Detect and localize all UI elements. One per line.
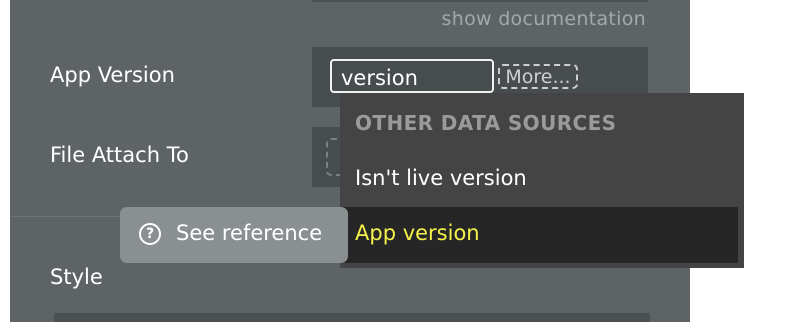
see-reference-label: See reference [176,221,323,245]
data-source-dropdown: OTHER DATA SOURCES Isn't live version Ap… [340,93,744,268]
previous-field [312,0,648,2]
dropdown-item-isnt-live-version[interactable]: Isn't live version [355,166,527,190]
app-version-input[interactable]: version [330,59,494,93]
app-version-label: App Version [50,63,175,87]
style-field[interactable] [54,313,650,322]
question-circle-icon: ? [139,223,161,245]
see-reference-button[interactable]: ? See reference [120,207,348,263]
dropdown-item-app-version[interactable]: App version [340,207,738,263]
dropdown-section-header: OTHER DATA SOURCES [355,111,617,135]
more-button[interactable]: More... [498,64,578,89]
style-label: Style [50,265,103,289]
file-attach-to-label: File Attach To [50,143,189,167]
show-documentation-link[interactable]: show documentation [442,8,646,30]
dropdown-item-label: App version [355,221,480,245]
